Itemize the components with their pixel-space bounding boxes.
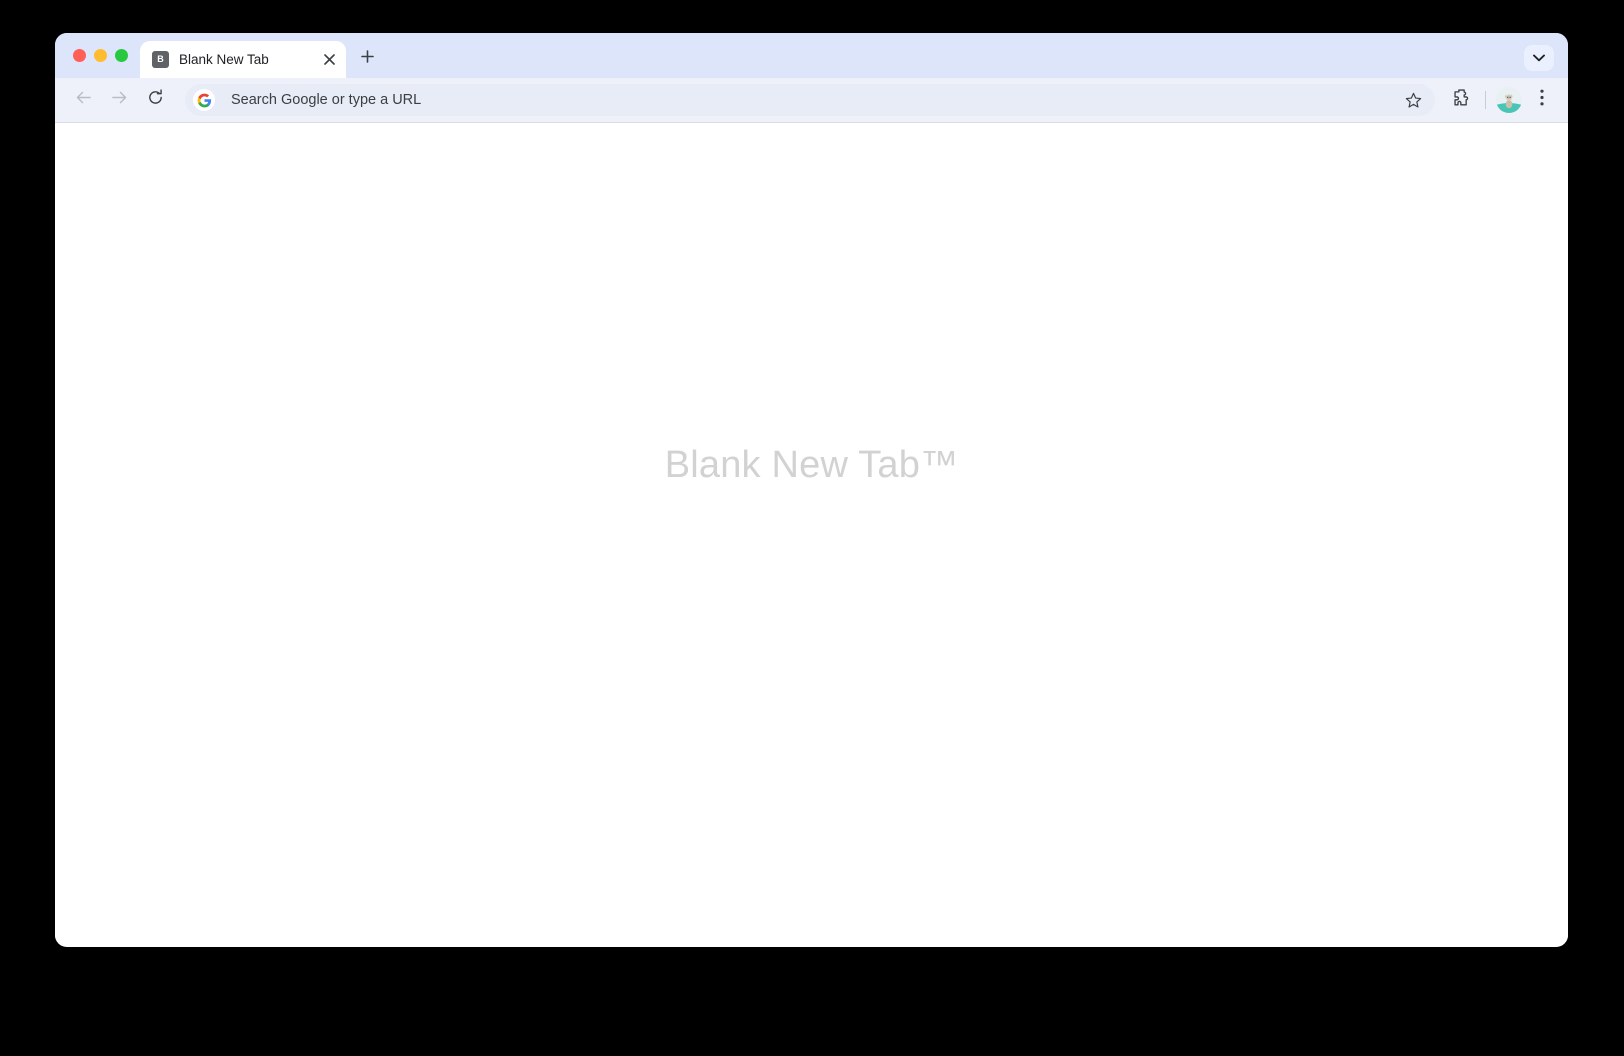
address-bar[interactable]	[185, 84, 1435, 116]
tab-title: Blank New Tab	[179, 52, 269, 67]
browser-window: B Blank New Tab Search Google or type a …	[55, 33, 1568, 947]
window-minimize-button[interactable]	[94, 49, 107, 62]
browser-tab-active[interactable]: B Blank New Tab	[140, 41, 346, 78]
browser-toolbar	[55, 78, 1568, 123]
puzzle-piece-icon	[1452, 88, 1471, 112]
window-close-button[interactable]	[73, 49, 86, 62]
reload-icon	[147, 89, 164, 111]
arrow-left-icon	[75, 89, 92, 111]
window-traffic-lights	[55, 33, 138, 78]
page-content-area: Blank New Tab™	[55, 123, 1568, 946]
tab-strip: B Blank New Tab	[55, 33, 1568, 78]
plus-icon	[360, 50, 374, 68]
tab-search-button[interactable]	[1524, 45, 1554, 71]
forward-button[interactable]	[103, 84, 135, 116]
search-input[interactable]	[231, 92, 1399, 108]
back-button[interactable]	[67, 84, 99, 116]
close-icon[interactable]	[318, 49, 340, 71]
page-title: Blank New Tab™	[664, 444, 959, 486]
tab-favicon: B	[152, 51, 169, 68]
three-dots-vertical-icon	[1540, 89, 1544, 111]
extensions-button[interactable]	[1445, 84, 1477, 116]
toolbar-divider	[1485, 91, 1486, 109]
star-icon[interactable]	[1399, 86, 1427, 114]
arrow-right-icon	[111, 89, 128, 111]
new-tab-button[interactable]	[352, 44, 382, 74]
chevron-down-icon	[1533, 49, 1545, 67]
google-g-icon	[193, 89, 215, 111]
reload-button[interactable]	[139, 84, 171, 116]
window-maximize-button[interactable]	[115, 49, 128, 62]
browser-menu-button[interactable]	[1526, 84, 1558, 116]
avatar[interactable]	[1496, 87, 1522, 113]
